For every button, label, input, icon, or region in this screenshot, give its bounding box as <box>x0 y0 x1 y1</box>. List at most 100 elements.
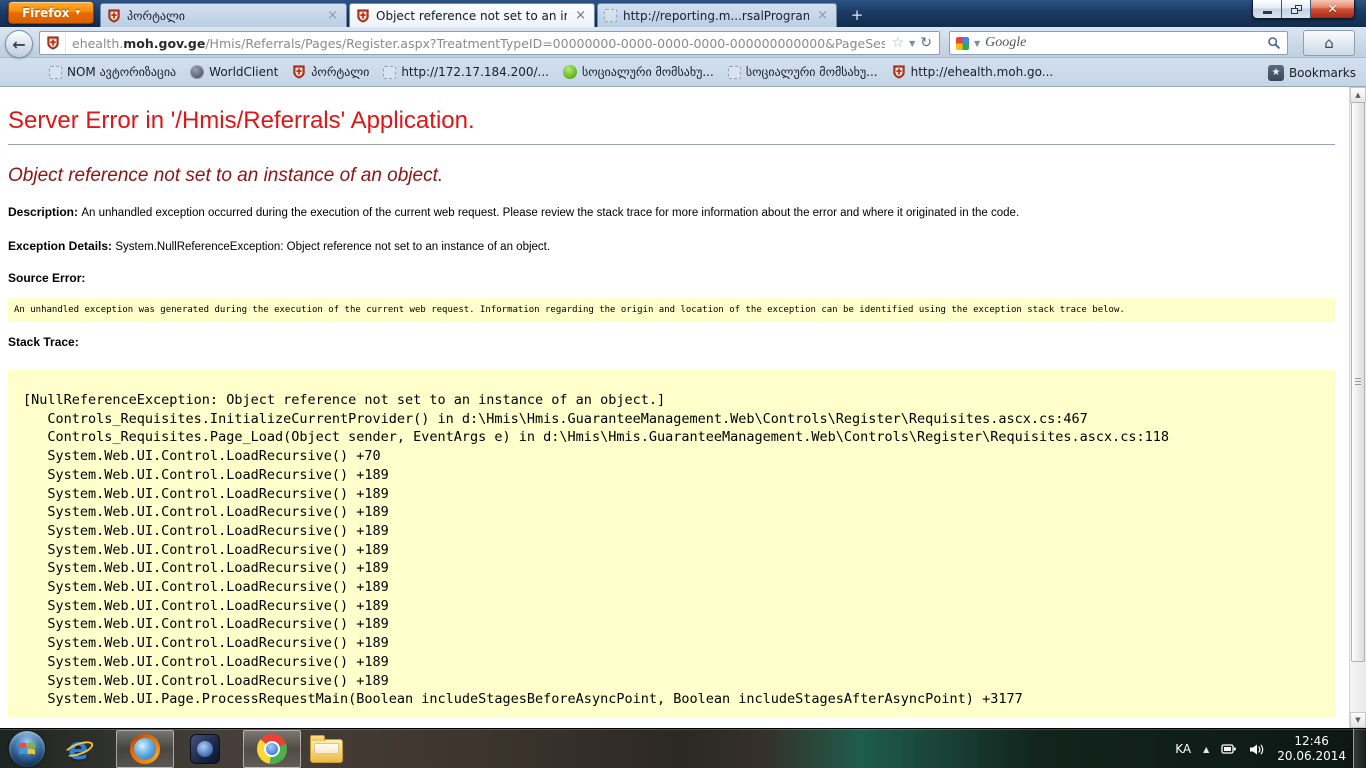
close-button[interactable]: ✕ <box>1311 0 1354 18</box>
site-favicon-box <box>40 32 66 54</box>
taskbar-chrome-button[interactable] <box>243 730 301 768</box>
bookmark-label: სოციალური მომსახუ... <box>582 65 714 79</box>
start-button[interactable] <box>9 731 45 767</box>
taskbar-media-player-button[interactable] <box>190 734 220 764</box>
search-icon[interactable] <box>1267 36 1281 50</box>
tab-close-icon[interactable]: × <box>573 9 588 22</box>
bookmark-item-worldclient[interactable]: WorldClient <box>183 61 285 83</box>
bookmark-item-social-1[interactable]: სოციალური მომსახუ... <box>556 61 721 83</box>
chrome-icon <box>257 734 287 764</box>
clock-time: 12:46 <box>1277 734 1346 749</box>
search-placeholder: Google <box>985 35 1262 51</box>
vertical-scrollbar[interactable]: ▲ ▼ <box>1349 87 1366 728</box>
stack-trace-label: Stack Trace: <box>8 335 1349 349</box>
tab-error-page-active[interactable]: Object reference not set to an instanc..… <box>349 3 595 27</box>
bookmarks-menu-button[interactable]: ★ Bookmarks <box>1264 58 1360 87</box>
stack-trace-box: [NullReferenceException: Object referenc… <box>8 370 1335 718</box>
tab-portal[interactable]: პორტალი × <box>100 3 347 27</box>
tab-title: პორტალი <box>127 9 319 23</box>
minimize-icon <box>1263 11 1272 14</box>
divider <box>8 144 1335 145</box>
firefox-icon <box>130 734 160 764</box>
tab-close-icon[interactable]: × <box>815 9 830 22</box>
url-prefix: ehealth. <box>72 36 123 51</box>
keyboard-layout-indicator[interactable]: KA <box>1175 742 1191 756</box>
exception-label: Exception Details: <box>8 239 115 253</box>
reload-icon[interactable]: ↻ <box>920 35 932 51</box>
bookmark-label: პორტალი <box>311 65 369 79</box>
source-error-label: Source Error: <box>8 271 1349 285</box>
taskbar: e KA ▲ 12:46 <box>0 728 1366 768</box>
taskbar-firefox-button[interactable] <box>116 730 174 768</box>
page-title: Server Error in '/Hmis/Referrals' Applic… <box>8 107 1349 135</box>
chevron-down-icon: ▾ <box>76 8 81 18</box>
taskbar-explorer-button[interactable] <box>310 734 343 763</box>
window-controls: ✕ <box>1252 0 1355 19</box>
description-line: Description: An unhandled exception occu… <box>8 205 1349 220</box>
url-bar-icons: ☆ ▼ ↻ <box>885 35 939 51</box>
placeholder-favicon <box>728 66 741 79</box>
taskbar-ie-button[interactable]: e <box>64 734 96 766</box>
bookmark-item-ip[interactable]: http://172.17.184.200/... <box>376 61 556 83</box>
new-tab-button[interactable]: + <box>845 5 869 25</box>
home-icon: ⌂ <box>1324 34 1334 52</box>
firefox-menu-button[interactable]: Firefox ▾ <box>8 1 94 24</box>
exception-text: System.NullReferenceException: Object re… <box>115 241 550 253</box>
bookmark-item-nom[interactable]: NOM ავტორიზაცია <box>42 61 183 83</box>
url-bar[interactable]: ehealth.moh.gov.ge/Hmis/Referrals/Pages/… <box>39 31 940 55</box>
clock[interactable]: 12:46 20.06.2014 <box>1277 734 1352 764</box>
firefox-menu-label: Firefox <box>22 6 70 20</box>
url-path: /Hmis/Referrals/Pages/Register.aspx?Trea… <box>205 36 884 51</box>
georgia-emblem-icon <box>292 65 306 79</box>
url-text[interactable]: ehealth.moh.gov.ge/Hmis/Referrals/Pages/… <box>66 36 885 51</box>
google-engine-icon[interactable] <box>956 37 969 50</box>
close-icon: ✕ <box>1327 2 1337 16</box>
search-input[interactable]: ▼ Google <box>949 31 1288 55</box>
bookmark-label: სოციალური მომსახუ... <box>746 65 878 79</box>
windows-logo-icon <box>17 739 37 759</box>
restore-button[interactable] <box>1282 0 1311 18</box>
source-error-box: An unhandled exception was generated dur… <box>8 298 1335 322</box>
tab-close-icon[interactable]: × <box>325 9 340 22</box>
tab-title: Object reference not set to an instanc..… <box>376 9 567 23</box>
engine-dropdown-icon[interactable]: ▼ <box>974 39 980 48</box>
back-button[interactable]: ← <box>5 30 33 58</box>
bookmark-label: NOM ავტორიზაცია <box>67 65 176 79</box>
error-page: Server Error in '/Hmis/Referrals' Applic… <box>0 87 1349 728</box>
show-desktop-button[interactable] <box>1353 729 1366 768</box>
bookmark-item-ehealth[interactable]: http://ehealth.moh.go... <box>885 61 1061 83</box>
folder-icon <box>310 739 343 763</box>
tray-up-arrow-icon[interactable]: ▲ <box>1203 745 1209 754</box>
bookmark-item-social-2[interactable]: სოციალური მომსახუ... <box>721 61 885 83</box>
minimize-button[interactable] <box>1253 0 1282 18</box>
back-arrow-icon: ← <box>12 35 25 54</box>
bookmark-label: http://172.17.184.200/... <box>401 65 549 79</box>
scroll-up-arrow[interactable]: ▲ <box>1350 87 1366 103</box>
placeholder-favicon <box>383 66 396 79</box>
url-dropdown-icon[interactable]: ▼ <box>909 39 915 48</box>
description-label: Description: <box>8 205 81 219</box>
media-player-icon <box>190 734 220 764</box>
scroll-down-arrow[interactable]: ▼ <box>1350 712 1366 728</box>
bookmark-item-portal[interactable]: პორტალი <box>285 61 376 83</box>
bookmarks-toolbar: NOM ავტორიზაცია WorldClient პორტალი http… <box>0 58 1366 87</box>
tab-reporting[interactable]: http://reporting.m...rsalPrograms.aspx × <box>597 3 837 27</box>
green-logo-icon <box>563 65 577 79</box>
bookmark-star-icon[interactable]: ☆ <box>892 35 905 51</box>
browser-titlebar: Firefox ▾ პორტალი × Object reference not… <box>0 0 1366 27</box>
tab-title: http://reporting.m...rsalPrograms.aspx <box>623 9 809 23</box>
placeholder-favicon <box>604 9 617 22</box>
url-domain: moh.gov.ge <box>123 36 205 51</box>
scrollbar-thumb[interactable] <box>1351 102 1365 662</box>
georgia-emblem-favicon <box>46 36 60 50</box>
home-button[interactable]: ⌂ <box>1303 30 1355 56</box>
screen: Firefox ▾ პორტალი × Object reference not… <box>0 0 1366 768</box>
globe-icon <box>190 65 204 79</box>
speaker-icon[interactable] <box>1249 743 1265 756</box>
placeholder-favicon <box>49 66 62 79</box>
error-subtitle: Object reference not set to an instance … <box>8 165 1349 187</box>
internet-explorer-icon: e <box>64 734 96 766</box>
bookmark-label: WorldClient <box>209 65 278 79</box>
clock-date: 20.06.2014 <box>1277 749 1346 764</box>
battery-icon[interactable] <box>1221 743 1237 755</box>
